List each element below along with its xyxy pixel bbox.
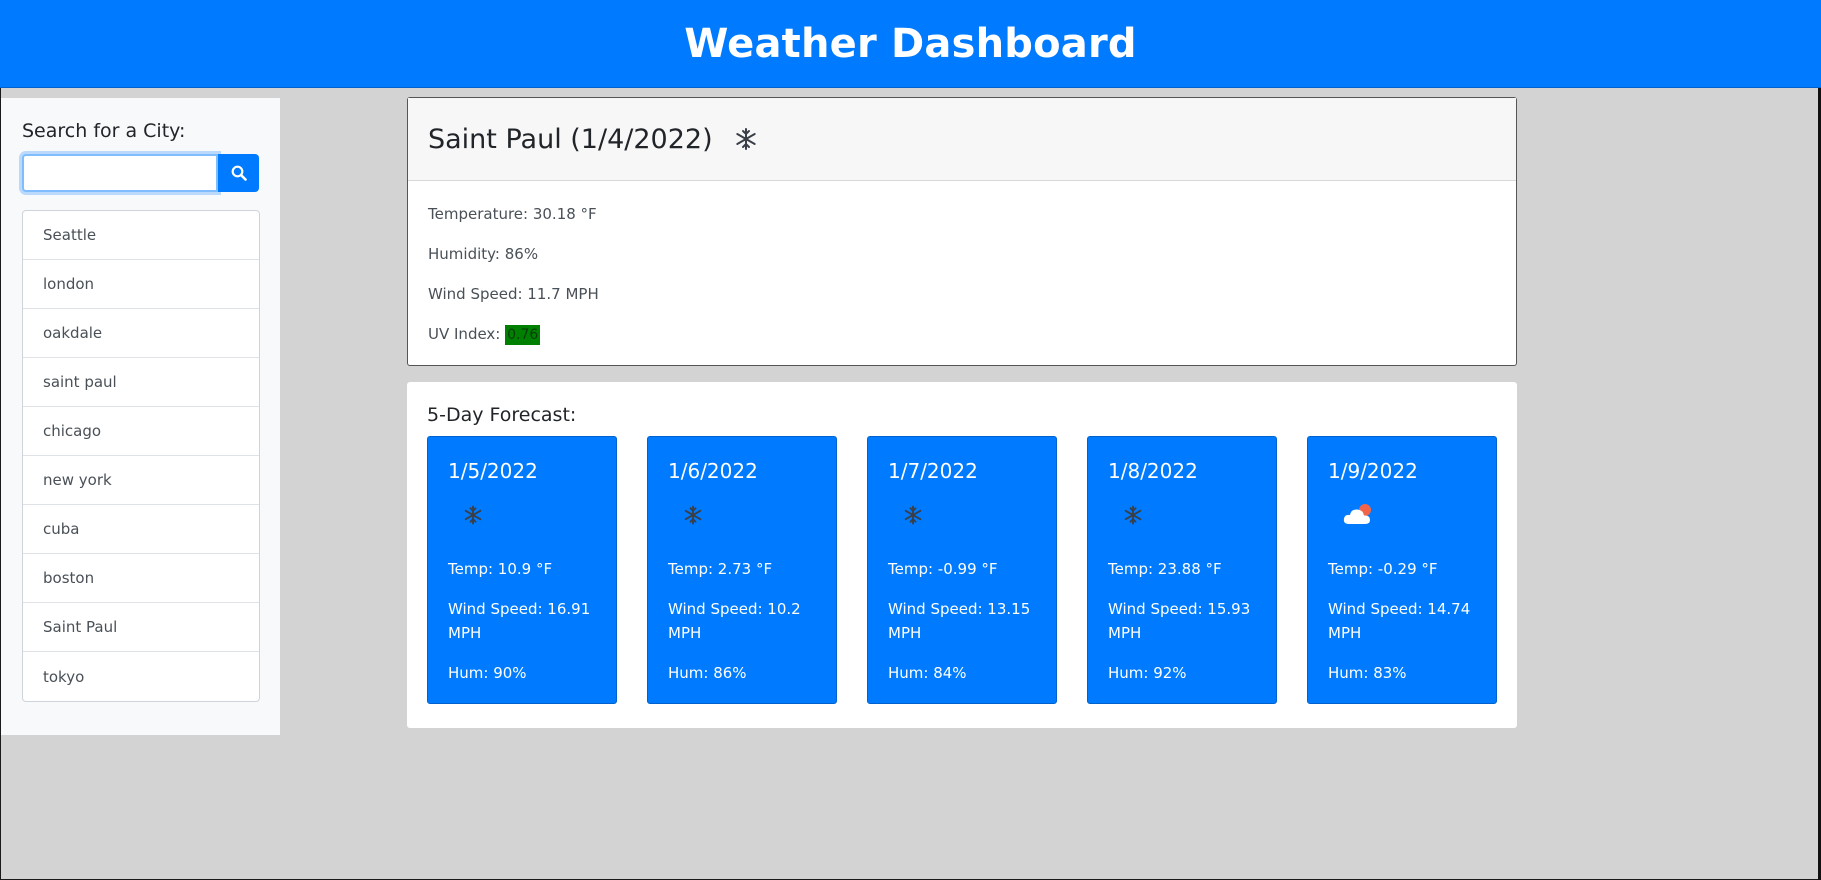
app-header: Weather Dashboard: [0, 0, 1821, 88]
forecast-wind: Wind Speed: 15.93 MPH: [1108, 600, 1251, 642]
search-sidebar: Search for a City: Seattle london oakdal…: [1, 98, 280, 735]
current-city-date: Saint Paul (1/4/2022): [428, 123, 713, 155]
history-item[interactable]: Saint Paul: [23, 603, 259, 652]
current-humidity: Humidity: 86%: [428, 245, 539, 263]
forecast-humidity: Hum: 84%: [888, 664, 967, 682]
current-weather-card: Saint Paul (1/4/2022) Temperature: 30.18…: [407, 97, 1517, 366]
history-item[interactable]: boston: [23, 554, 259, 603]
search-row: [22, 154, 259, 192]
history-item[interactable]: oakdale: [23, 309, 259, 358]
history-item[interactable]: saint paul: [23, 358, 259, 407]
uv-label: UV Index:: [428, 325, 506, 343]
history-item[interactable]: chicago: [23, 407, 259, 456]
page-title: Weather Dashboard: [684, 20, 1137, 67]
history-item[interactable]: tokyo: [23, 652, 259, 701]
forecast-humidity: Hum: 90%: [448, 664, 527, 682]
forecast-date: 1/7/2022: [888, 459, 978, 483]
forecast-humidity: Hum: 86%: [668, 664, 747, 682]
search-history-list: Seattle london oakdale saint paul chicag…: [22, 210, 260, 702]
forecast-temp: Temp: 10.9 °F: [448, 560, 553, 578]
forecast-date: 1/6/2022: [668, 459, 758, 483]
uv-badge: 0.76: [505, 325, 541, 345]
forecast-card: 1/5/2022 Temp: 10.9 °F Wind Speed: 16.91…: [427, 436, 617, 704]
current-temperature: Temperature: 30.18 °F: [428, 205, 597, 223]
forecast-humidity: Hum: 83%: [1328, 664, 1407, 682]
history-item[interactable]: Seattle: [23, 211, 259, 260]
history-item[interactable]: london: [23, 260, 259, 309]
forecast-wind: Wind Speed: 13.15 MPH: [888, 600, 1031, 642]
snowflake-icon: [1108, 489, 1256, 541]
forecast-wind: Wind Speed: 14.74 MPH: [1328, 600, 1471, 642]
search-button[interactable]: [218, 154, 259, 192]
current-wind-speed: Wind Speed: 11.7 MPH: [428, 285, 599, 303]
forecast-card: 1/8/2022 Temp: 23.88 °F Wind Speed: 15.9…: [1087, 436, 1277, 704]
history-item[interactable]: new york: [23, 456, 259, 505]
five-day-forecast: 5-Day Forecast: 1/5/2022 Temp: 10.9 °F W…: [407, 382, 1517, 728]
forecast-card: 1/7/2022 Temp: -0.99 °F Wind Speed: 13.1…: [867, 436, 1057, 704]
cloud-sun-icon: [1328, 489, 1476, 541]
snowflake-icon: [448, 489, 596, 541]
forecast-date: 1/9/2022: [1328, 459, 1418, 483]
current-weather-body: Temperature: 30.18 °F Humidity: 86% Wind…: [408, 181, 1516, 365]
forecast-wind: Wind Speed: 16.91 MPH: [448, 600, 591, 642]
forecast-humidity: Hum: 92%: [1108, 664, 1187, 682]
forecast-heading: 5-Day Forecast:: [427, 404, 577, 426]
forecast-temp: Temp: -0.99 °F: [888, 560, 998, 578]
search-icon: [231, 165, 247, 181]
forecast-date: 1/5/2022: [448, 459, 538, 483]
forecast-date: 1/8/2022: [1108, 459, 1198, 483]
current-weather-header: Saint Paul (1/4/2022): [408, 98, 1516, 181]
forecast-card: 1/9/2022 Temp: -0.29 °F Wind Speed: 14.7…: [1307, 436, 1497, 704]
search-heading: Search for a City:: [22, 120, 186, 142]
snowflake-icon: [733, 126, 759, 156]
forecast-card: 1/6/2022 Temp: 2.73 °F Wind Speed: 10.2 …: [647, 436, 837, 704]
forecast-wind: Wind Speed: 10.2 MPH: [668, 600, 801, 642]
forecast-temp: Temp: -0.29 °F: [1328, 560, 1438, 578]
snowflake-icon: [668, 489, 816, 541]
current-uv-index: UV Index: 0.76: [428, 325, 1496, 365]
city-search-input[interactable]: [22, 154, 218, 192]
forecast-temp: Temp: 23.88 °F: [1108, 560, 1222, 578]
snowflake-icon: [888, 489, 1036, 541]
forecast-temp: Temp: 2.73 °F: [668, 560, 773, 578]
forecast-cards: 1/5/2022 Temp: 10.9 °F Wind Speed: 16.91…: [427, 436, 1497, 704]
history-item[interactable]: cuba: [23, 505, 259, 554]
